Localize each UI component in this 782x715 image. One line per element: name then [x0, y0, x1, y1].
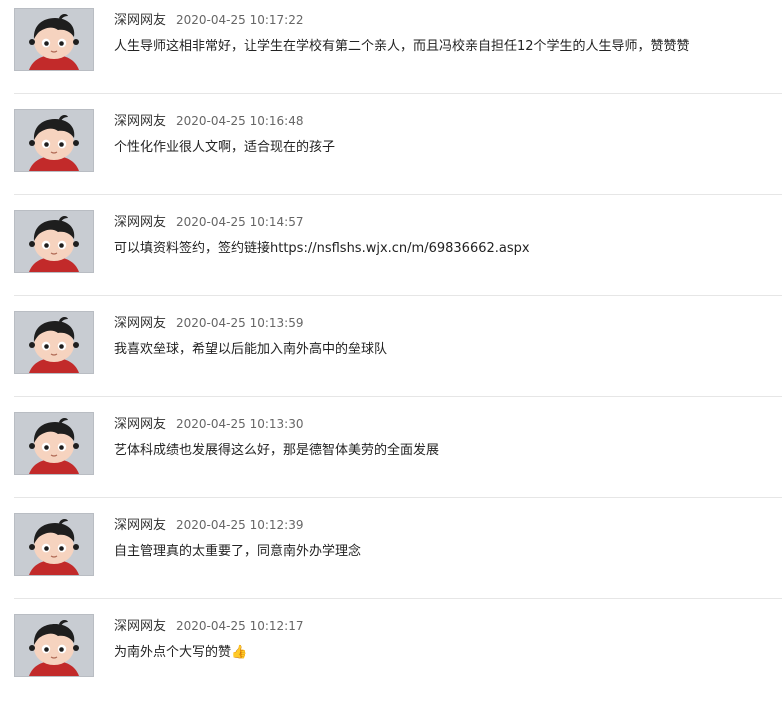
comment-list: 深网网友 2020-04-25 10:17:22 人生导师这相非常好，让学生在学校… — [14, 8, 782, 715]
divider — [14, 497, 782, 498]
comment-item: 深网网友 2020-04-25 10:14:57 可以填资料签约，签约链接http… — [14, 210, 782, 311]
cartoon-boy-icon — [15, 312, 93, 373]
comment-time: 2020-04-25 10:13:59 — [176, 316, 304, 330]
comment-item: 深网网友 2020-04-25 10:13:30 艺体科成绩也发展得这么好，那是德… — [14, 412, 782, 513]
comment-meta: 深网网友 2020-04-25 10:14:57 — [114, 212, 303, 230]
avatar — [14, 412, 94, 475]
comment-text: 为南外点个大写的赞👍 — [114, 645, 248, 660]
divider — [14, 295, 782, 296]
comment-item: 深网网友 2020-04-25 10:16:48 个性化作业很人文啊，适合现在的孩… — [14, 109, 782, 210]
avatar — [14, 311, 94, 374]
avatar — [14, 109, 94, 172]
avatar — [14, 8, 94, 71]
comment-meta: 深网网友 2020-04-25 10:13:30 — [114, 414, 303, 432]
comment-author: 深网网友 — [114, 316, 167, 331]
comment-author: 深网网友 — [114, 215, 167, 230]
avatar — [14, 513, 94, 576]
comment-item: 深网网友 2020-04-25 10:12:17 为南外点个大写的赞👍 — [14, 614, 782, 715]
comment-text: 可以填资料签约，签约链接https://nsflshs.wjx.cn/m/698… — [114, 241, 530, 256]
cartoon-boy-icon — [15, 615, 93, 676]
comment-text: 艺体科成绩也发展得这么好，那是德智体美劳的全面发展 — [114, 443, 440, 458]
comment-meta: 深网网友 2020-04-25 10:12:17 — [114, 616, 303, 634]
comment-author: 深网网友 — [114, 13, 167, 28]
divider — [14, 598, 782, 599]
cartoon-boy-icon — [15, 110, 93, 171]
cartoon-boy-icon — [15, 9, 93, 70]
comment-item: 深网网友 2020-04-25 10:17:22 人生导师这相非常好，让学生在学校… — [14, 8, 782, 109]
cartoon-boy-icon — [15, 514, 93, 575]
comment-text: 我喜欢垒球，希望以后能加入南外高中的垒球队 — [114, 342, 388, 357]
comment-meta: 深网网友 2020-04-25 10:12:39 — [114, 515, 303, 533]
comment-time: 2020-04-25 10:16:48 — [176, 114, 304, 128]
divider — [14, 396, 782, 397]
comment-author: 深网网友 — [114, 114, 167, 129]
comment-author: 深网网友 — [114, 619, 167, 634]
divider — [14, 93, 782, 94]
comment-author: 深网网友 — [114, 417, 167, 432]
comment-time: 2020-04-25 10:12:39 — [176, 518, 304, 532]
cartoon-boy-icon — [15, 211, 93, 272]
comment-item: 深网网友 2020-04-25 10:13:59 我喜欢垒球，希望以后能加入南外高… — [14, 311, 782, 412]
avatar — [14, 210, 94, 273]
comment-time: 2020-04-25 10:12:17 — [176, 619, 304, 633]
divider — [14, 194, 782, 195]
comment-item: 深网网友 2020-04-25 10:12:39 自主管理真的太重要了，同意南外办… — [14, 513, 782, 614]
comment-meta: 深网网友 2020-04-25 10:17:22 — [114, 10, 303, 28]
comment-meta: 深网网友 2020-04-25 10:13:59 — [114, 313, 303, 331]
comment-time: 2020-04-25 10:14:57 — [176, 215, 304, 229]
comment-text: 个性化作业很人文啊，适合现在的孩子 — [114, 140, 336, 155]
comment-text: 自主管理真的太重要了，同意南外办学理念 — [114, 544, 362, 559]
avatar — [14, 614, 94, 677]
comment-time: 2020-04-25 10:17:22 — [176, 13, 304, 27]
comment-meta: 深网网友 2020-04-25 10:16:48 — [114, 111, 303, 129]
comment-text: 人生导师这相非常好，让学生在学校有第二个亲人，而且冯校亲自担任12个学生的人生导… — [114, 39, 690, 54]
comment-time: 2020-04-25 10:13:30 — [176, 417, 304, 431]
cartoon-boy-icon — [15, 413, 93, 474]
comment-author: 深网网友 — [114, 518, 167, 533]
